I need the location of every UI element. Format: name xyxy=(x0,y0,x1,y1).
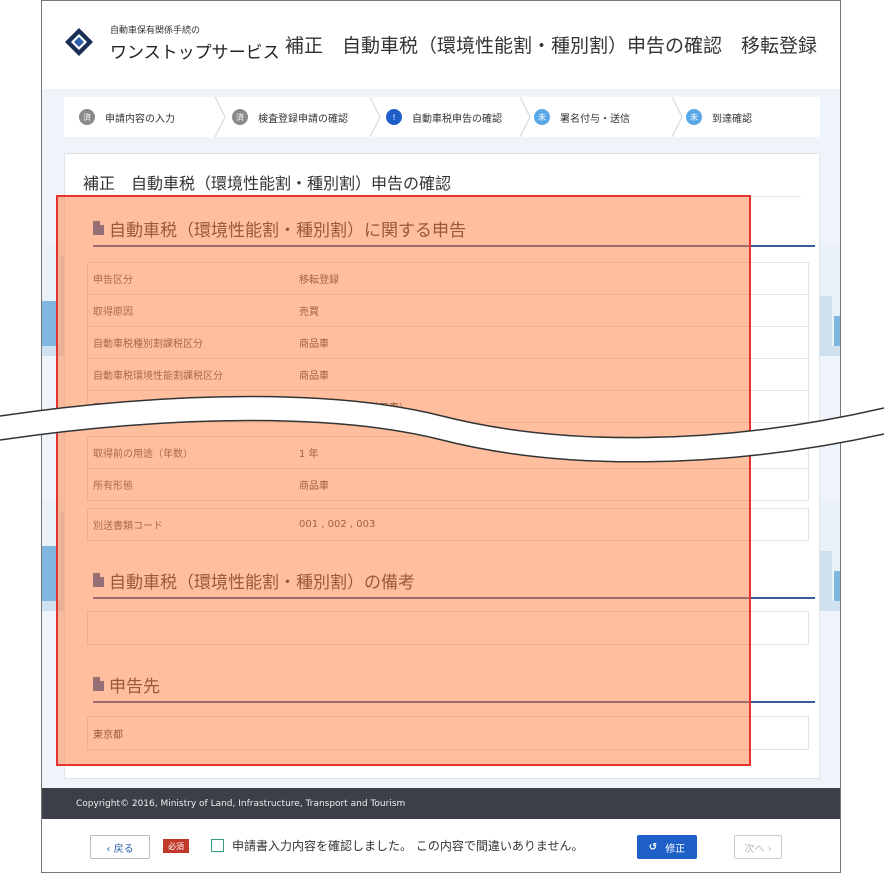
fix-button[interactable]: ↺ 修正 xyxy=(637,835,697,859)
step-input: 済 申請内容の入力 xyxy=(79,97,175,137)
progress-steps: 済 申請内容の入力 済 検査登録申請の確認 ! 自動車税申告の確認 未 署名付与… xyxy=(64,97,820,137)
confirm-label[interactable]: 申請書入力内容を確認しました。 この内容で間違いありません。 xyxy=(232,837,583,854)
confirm-checkbox[interactable] xyxy=(211,839,224,852)
step-label: 署名付与・送信 xyxy=(560,113,630,125)
undo-icon: ↺ xyxy=(648,841,658,853)
alert-icon: ! xyxy=(386,109,402,125)
fix-button-label: 修正 xyxy=(665,843,686,855)
step-arrival: 未 到達確認 xyxy=(686,97,752,137)
step-separator-icon xyxy=(671,97,683,137)
step-todo-icon: 未 xyxy=(686,109,702,125)
back-button[interactable]: ‹ 戻る xyxy=(90,835,150,859)
header: 自動車保有関係手続の ワンストップサービス 補正 自動車税（環境性能割・種別割）… xyxy=(42,1,840,89)
wave-cut-marker xyxy=(0,395,884,463)
step-inspection: 済 検査登録申請の確認 xyxy=(232,97,348,137)
step-label: 自動車税申告の確認 xyxy=(412,113,502,125)
card-title: 補正 自動車税（環境性能割・種別割）申告の確認 xyxy=(83,174,452,193)
step-label: 検査登録申請の確認 xyxy=(258,113,348,125)
step-separator-icon xyxy=(214,97,226,137)
step-separator-icon xyxy=(369,97,381,137)
step-done-icon: 済 xyxy=(232,109,248,125)
step-sign: 未 署名付与・送信 xyxy=(534,97,630,137)
logo-icon xyxy=(65,28,93,56)
step-label: 申請内容の入力 xyxy=(105,113,175,125)
page-heading: 補正 自動車税（環境性能割・種別割）申告の確認 移転登録 xyxy=(285,35,818,57)
step-tax: ! 自動車税申告の確認 xyxy=(386,97,502,137)
step-todo-icon: 未 xyxy=(534,109,550,125)
logo-subtitle: 自動車保有関係手続の xyxy=(110,26,201,36)
step-label: 到達確認 xyxy=(712,113,752,125)
step-separator-icon xyxy=(519,97,531,137)
required-badge: 必須 xyxy=(163,839,189,853)
action-bar: ‹ 戻る 必須 申請書入力内容を確認しました。 この内容で間違いありません。 ↺… xyxy=(42,819,840,872)
footer: Copyright© 2016, Ministry of Land, Infra… xyxy=(42,788,840,819)
next-button[interactable]: 次へ › xyxy=(734,835,782,859)
logo-title: ワンストップサービス xyxy=(110,43,280,63)
step-done-icon: 済 xyxy=(79,109,95,125)
highlight-overlay xyxy=(56,195,751,766)
copyright-text: Copyright© 2016, Ministry of Land, Infra… xyxy=(76,798,406,809)
